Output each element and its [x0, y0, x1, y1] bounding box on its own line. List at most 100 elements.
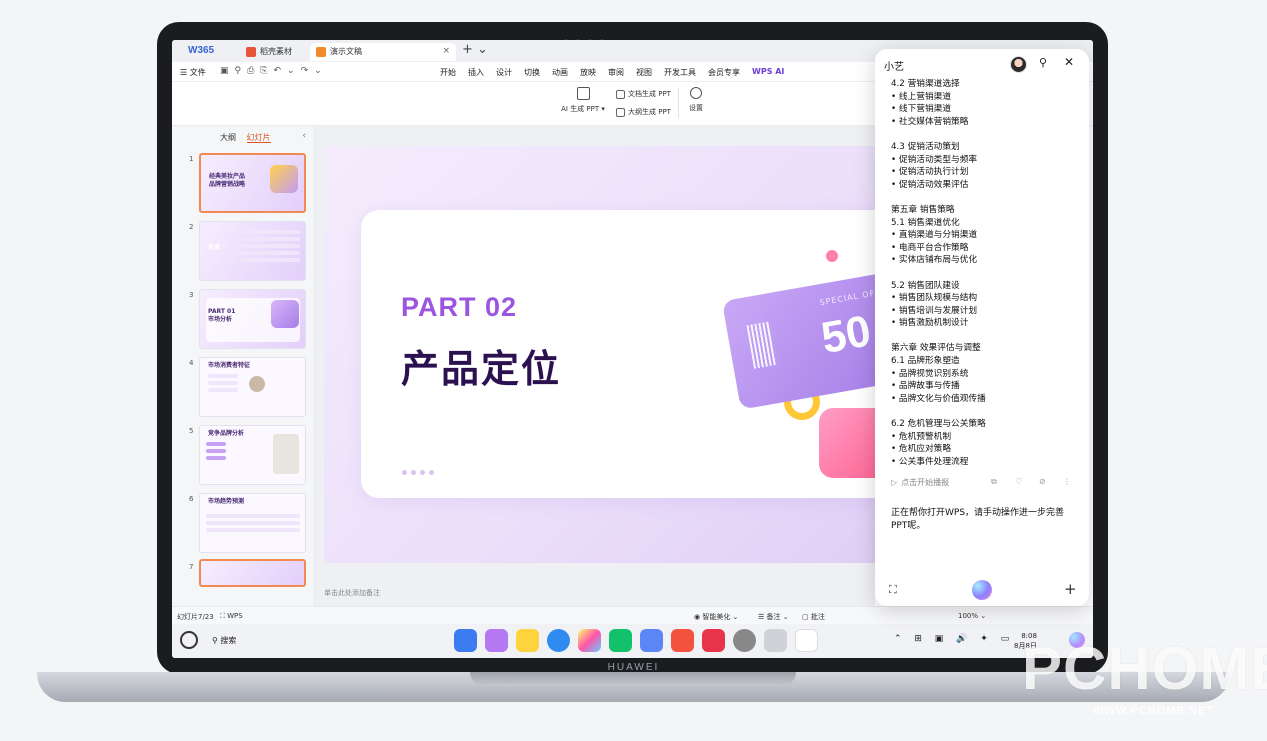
stage: W365 稻壳素材 演示文稿 × + ⌄ ☰ 文件 ▣⚲⎙⎘↶⌄↷⌄ 开始 插入… [0, 0, 1267, 741]
outline-line: 第五章 销售策略 [891, 204, 955, 215]
outline-line: 4.3 促销活动策划 [891, 141, 960, 152]
outline-line: • 销售培训与发展计划 [891, 305, 978, 316]
thumbs-down-icon[interactable]: ⊘ [1039, 477, 1046, 486]
gear-icon [690, 87, 702, 99]
tab-docer-assets[interactable]: 稻壳素材 [240, 43, 308, 61]
start-button[interactable] [180, 631, 198, 649]
menu-tab[interactable]: 会员专享 [708, 67, 740, 78]
outline-section: 5.2 销售团队建设 • 销售团队规模与结构 • 销售培训与发展计划 • 销售激… [891, 280, 1081, 330]
menu-tab[interactable]: 开发工具 [664, 67, 696, 78]
button-label: 大纲生成 PPT [628, 108, 671, 116]
taskbar-search[interactable]: ⚲ 搜索 [212, 635, 236, 646]
app-gallery-icon[interactable] [702, 629, 725, 652]
photos-icon[interactable] [578, 629, 601, 652]
slide-thumbnail[interactable]: PART 01 市场分析 [199, 289, 306, 349]
notes-button[interactable]: ☰ 备注 ⌄ [758, 612, 789, 622]
outline-line: • 促销活动执行计划 [891, 167, 969, 178]
copy-icon[interactable]: ⧉ [991, 477, 997, 487]
thumbnail-number: 3 [189, 291, 194, 299]
button-label: AI 生成 PPT ▾ [561, 105, 605, 113]
system-tray[interactable]: ⌃ ⊞ ▣ 🔊 ✦ ▭ [894, 634, 1014, 644]
trash-icon[interactable] [764, 629, 787, 652]
slide-thumbnail[interactable]: 市场趋势预测 [199, 493, 306, 553]
outline-line: • 直销渠道与分销渠道 [891, 230, 978, 241]
outline-line: 6.2 危机管理与公关策略 [891, 419, 986, 430]
pin-icon[interactable]: ⚲ [1039, 56, 1047, 69]
menu-tab[interactable]: 开始 [440, 67, 456, 78]
laptop-notch [470, 672, 796, 686]
outline-line: • 促销活动效果评估 [891, 179, 969, 190]
slide-thumbnail[interactable]: 目录 [199, 221, 306, 281]
app-grid-icon[interactable] [454, 629, 477, 652]
thumbnail-lines [240, 230, 300, 265]
outline-line: • 公关事件处理流程 [891, 456, 969, 467]
music-icon[interactable] [640, 629, 663, 652]
theme-label[interactable]: ⛶ WPS [220, 612, 243, 621]
tab-label: 稻壳素材 [260, 47, 292, 56]
voice-orb-icon[interactable] [972, 580, 992, 600]
slide-thumbnail[interactable]: 市场消费者特征 [199, 357, 306, 417]
menu-tab[interactable]: 放映 [580, 67, 596, 78]
smart-beautify-button[interactable]: ◉ 智能美化 ⌄ [694, 612, 738, 622]
outline-line: • 危机预警机制 [891, 431, 952, 442]
more-icon[interactable]: ⋮ [1063, 477, 1071, 486]
outline-line: • 促销活动类型与频率 [891, 154, 978, 165]
wps-app-icon[interactable] [795, 629, 818, 652]
screenshot-icon[interactable]: ⛶ [889, 583, 897, 597]
add-icon[interactable]: + [1064, 580, 1077, 598]
outline-line: • 品牌文化与价值观传播 [891, 393, 986, 404]
close-icon[interactable]: × [442, 46, 450, 56]
docer-icon [246, 47, 256, 57]
thumbnail-title: 经典美妆产品 品牌营销战略 [209, 173, 246, 188]
slide-thumbnail[interactable]: 竞争品牌分析 [199, 425, 306, 485]
thumbs-up-icon[interactable]: ♡ [1015, 477, 1022, 486]
thumbnail-number: 6 [189, 495, 194, 503]
play-icon[interactable]: ▷ [891, 478, 897, 487]
outline-to-ppt-button[interactable]: 大纲生成 PPT [616, 107, 671, 117]
ai-generate-ppt-button[interactable]: AI 生成 PPT ▾ [558, 87, 608, 114]
outline-line: • 品牌视觉识别系统 [891, 368, 969, 379]
outline-section: 第六章 效果评估与调整 6.1 品牌形象塑造 • 品牌视觉识别系统 • 品牌故事… [891, 342, 1081, 405]
assistant-footer: ⛶ + [875, 577, 1089, 605]
menu-tab-wps-ai[interactable]: WPS AI [752, 67, 784, 78]
books-icon[interactable] [671, 629, 694, 652]
browser-icon[interactable] [547, 629, 570, 652]
ticket-special-text: SPECIAL OF [818, 288, 876, 308]
zoom-select[interactable]: 100% ⌄ [958, 612, 986, 620]
notes-placeholder[interactable]: 单击此处添加备注 [324, 588, 380, 598]
notes-app-icon[interactable] [516, 629, 539, 652]
current-slide[interactable]: PART 02 产品定位 SPECIAL OF 50 [324, 146, 884, 563]
tab-slides[interactable]: 幻灯片 [246, 133, 271, 143]
tab-presentation[interactable]: 演示文稿 × [310, 43, 456, 61]
play-button[interactable]: 点击开始播报 [901, 478, 949, 487]
outline-section: 4.3 促销活动策划 • 促销活动类型与频率 • 促销活动执行计划 • 促销活动… [891, 141, 1081, 191]
gallery-icon[interactable] [485, 629, 508, 652]
assistant-outline: 4.2 营销渠道选择 • 线上营销渠道 • 线下营销渠道 • 社交媒体营销策略 … [891, 78, 1081, 481]
slide-thumbnail[interactable]: 经典美妆产品 品牌营销战略 [199, 153, 306, 213]
thumbnail-lines [206, 514, 300, 535]
avatar[interactable] [1010, 56, 1027, 73]
doc-to-ppt-button[interactable]: 文档生成 PPT [616, 89, 671, 99]
messages-icon[interactable] [609, 629, 632, 652]
slide-thumbnail-current[interactable] [199, 559, 306, 587]
file-menu[interactable]: ☰ 文件 [180, 67, 206, 78]
settings-button[interactable]: 设置 [684, 87, 708, 113]
menu-tab[interactable]: 视图 [636, 67, 652, 78]
button-label: 文档生成 PPT [628, 90, 671, 98]
menu-tab[interactable]: 切换 [524, 67, 540, 78]
thumbnail-number: 1 [189, 155, 194, 163]
wps-365-logo[interactable]: W365 [180, 43, 238, 59]
menu-tab[interactable]: 插入 [468, 67, 484, 78]
menu-tab[interactable]: 设计 [496, 67, 512, 78]
menu-tab[interactable]: 动画 [552, 67, 568, 78]
menu-tab[interactable]: 审阅 [608, 67, 624, 78]
settings-app-icon[interactable] [733, 629, 756, 652]
quick-access-icons[interactable]: ▣⚲⎙⎘↶⌄↷⌄ [220, 66, 328, 76]
close-icon[interactable]: ✕ [1064, 55, 1074, 69]
collapse-panel-icon[interactable]: ‹ [302, 131, 306, 141]
comments-button[interactable]: ▢ 批注 [802, 612, 825, 622]
tab-outline[interactable]: 大纲 [220, 133, 236, 142]
thumbnail-title: 市场趋势预测 [208, 498, 245, 505]
new-tab-button[interactable]: + ⌄ [462, 42, 488, 57]
slide-canvas-area: PART 02 产品定位 SPECIAL OF 50 [315, 126, 884, 606]
